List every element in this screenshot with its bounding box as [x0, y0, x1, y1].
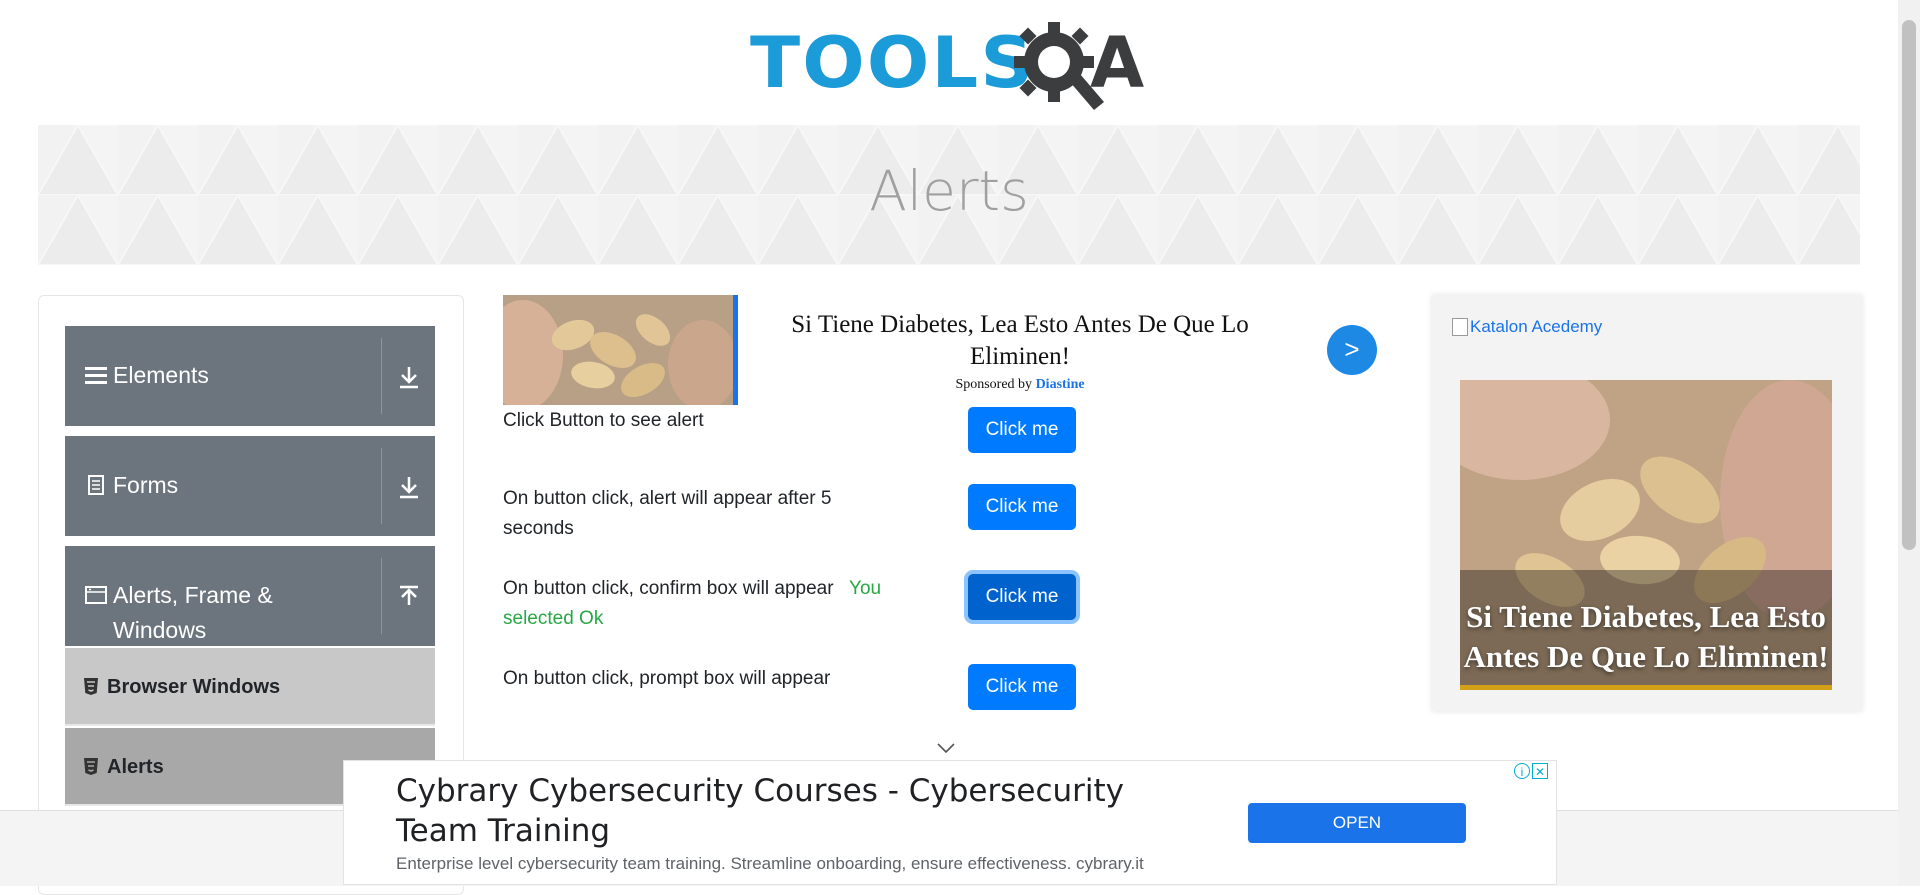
scrollbar-thumb[interactable] — [1902, 20, 1916, 550]
ad-go-button[interactable]: > — [1327, 325, 1377, 375]
katalon-academy-image[interactable]: Katalon Acedemy — [1452, 317, 1602, 337]
page-banner: Alerts — [38, 125, 1860, 265]
sidebar-item-label: Alerts — [107, 756, 164, 778]
vertical-scrollbar[interactable] — [1898, 0, 1920, 885]
sponsored-prefix: Sponsored by — [955, 377, 1033, 392]
ad-close-icon[interactable]: ✕ — [1532, 763, 1548, 779]
divider — [381, 338, 382, 414]
ad-description: Enterprise level cybersecurity team trai… — [396, 854, 1144, 873]
bottom-anchor-ad[interactable]: i ✕ Cybrary Cybersecurity Courses - Cybe… — [343, 760, 1557, 885]
window-icon — [85, 586, 107, 604]
sponsor-name[interactable]: Diastine — [1036, 377, 1085, 392]
image-alt-text: Katalon Acedemy — [1470, 317, 1603, 336]
ad-headline[interactable]: Si Tiene Diabetes, Lea Esto Antes De Que… — [785, 309, 1255, 373]
alert-button[interactable]: Click me — [968, 407, 1076, 453]
divider — [381, 448, 382, 524]
chevron-down-icon[interactable] — [936, 742, 956, 754]
sponsored-ad-top[interactable]: Si Tiene Diabetes, Lea Esto Antes De Que… — [503, 295, 1383, 405]
logo-text-tools: TOOLS — [750, 22, 1036, 104]
broken-image-icon — [1452, 318, 1468, 336]
sidebar-group-forms[interactable]: Forms — [65, 436, 435, 536]
sidebar-item-browser-windows[interactable]: Browser Windows — [65, 648, 435, 726]
sidebar-group-elements[interactable]: Elements — [65, 326, 435, 426]
ad-caption: Si Tiene Diabetes, Lea Esto Antes De Que… — [1463, 599, 1829, 674]
divider — [381, 558, 382, 634]
confirm-row-text: On button click, confirm box will appear — [503, 578, 834, 599]
html5-icon — [84, 678, 98, 695]
ad-controls: i ✕ — [1514, 763, 1548, 779]
download-arrow-icon — [400, 367, 418, 389]
ad-open-button[interactable]: OPEN — [1248, 803, 1466, 843]
sidebar-group-label: Forms — [113, 472, 179, 498]
logo-text-a: A — [1090, 22, 1145, 104]
confirm-row: On button click, confirm box will appear… — [503, 574, 933, 634]
ad-photo[interactable]: Si Tiene Diabetes, Lea Esto Antes De Que… — [1460, 380, 1832, 690]
sidebar-group-alerts-frame-windows[interactable]: Alerts, Frame & Windows — [65, 546, 435, 646]
form-icon — [88, 475, 104, 495]
ad-info-icon[interactable]: i — [1514, 763, 1530, 779]
menu-icon — [85, 367, 107, 384]
page-title: Alerts — [869, 159, 1029, 223]
download-arrow-icon — [400, 477, 418, 499]
cashew-image[interactable] — [503, 295, 738, 405]
prompt-row-text: On button click, prompt box will appear — [503, 668, 831, 689]
sidebar-group-label: Alerts, Frame & Windows — [113, 582, 273, 643]
toolsqa-logo[interactable]: TOOLS A — [750, 18, 1154, 114]
confirm-button[interactable]: Click me — [968, 574, 1076, 620]
sponsored-ad-right[interactable]: Katalon Acedemy Si Tiene Diabetes, Lea E… — [1432, 295, 1862, 711]
timer-alert-row-text: On button click, alert will appear after… — [503, 488, 832, 539]
timer-alert-button[interactable]: Click me — [968, 484, 1076, 530]
sidebar-group-label: Elements — [113, 362, 209, 388]
html5-icon — [84, 758, 98, 775]
prompt-button[interactable]: Click me — [968, 664, 1076, 710]
sidebar-item-label: Browser Windows — [107, 676, 281, 698]
upload-arrow-icon — [400, 585, 418, 605]
ad-sponsor-line: Sponsored by Diastine — [785, 377, 1255, 393]
cashew-photo — [503, 295, 733, 405]
alert-row-text: Click Button to see alert — [503, 410, 704, 431]
ad-title[interactable]: Cybrary Cybersecurity Courses - Cybersec… — [396, 771, 1176, 851]
